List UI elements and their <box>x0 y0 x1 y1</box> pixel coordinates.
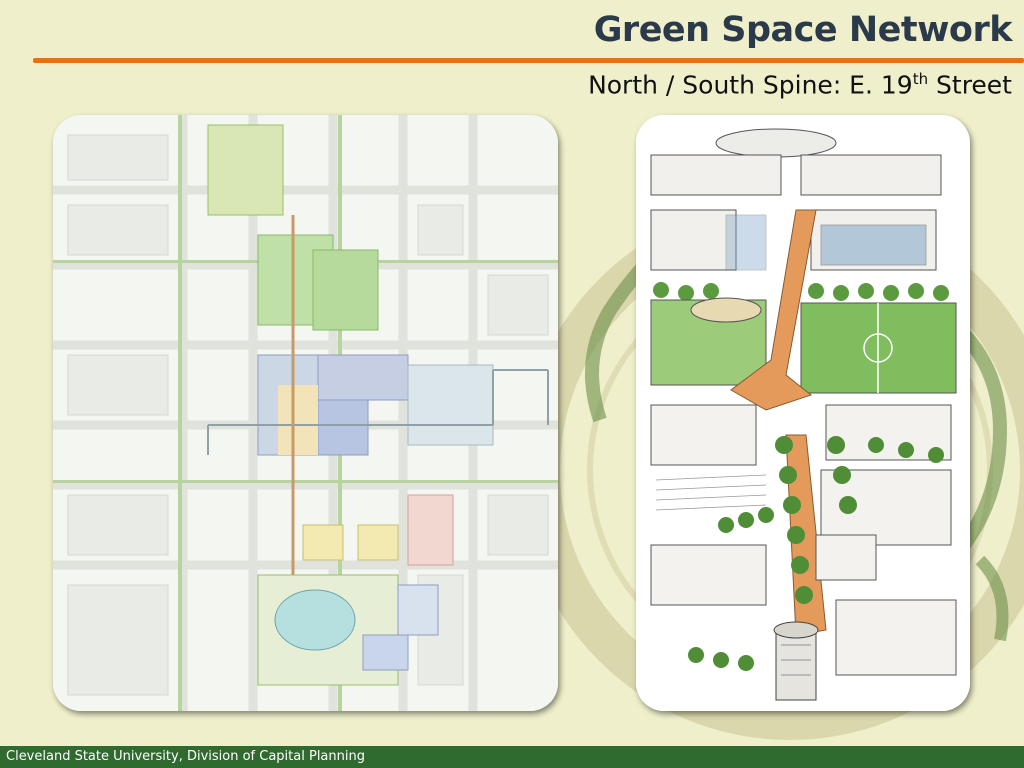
slide-title: Green Space Network <box>593 10 1013 50</box>
footer-text: Cleveland State University, Division of … <box>6 749 365 764</box>
slide-subtitle: North / South Spine: E. 19th Street <box>588 70 1012 99</box>
title-divider <box>33 58 1024 63</box>
subtitle-prefix: North / South Spine: E. 19 <box>588 70 913 100</box>
campus-site-plan-image <box>53 115 558 711</box>
aerial-perspective-sketch-image <box>636 115 970 711</box>
subtitle-suffix: Street <box>928 70 1012 100</box>
subtitle-superscript: th <box>912 70 929 88</box>
footer-bar: Cleveland State University, Division of … <box>0 746 1024 768</box>
